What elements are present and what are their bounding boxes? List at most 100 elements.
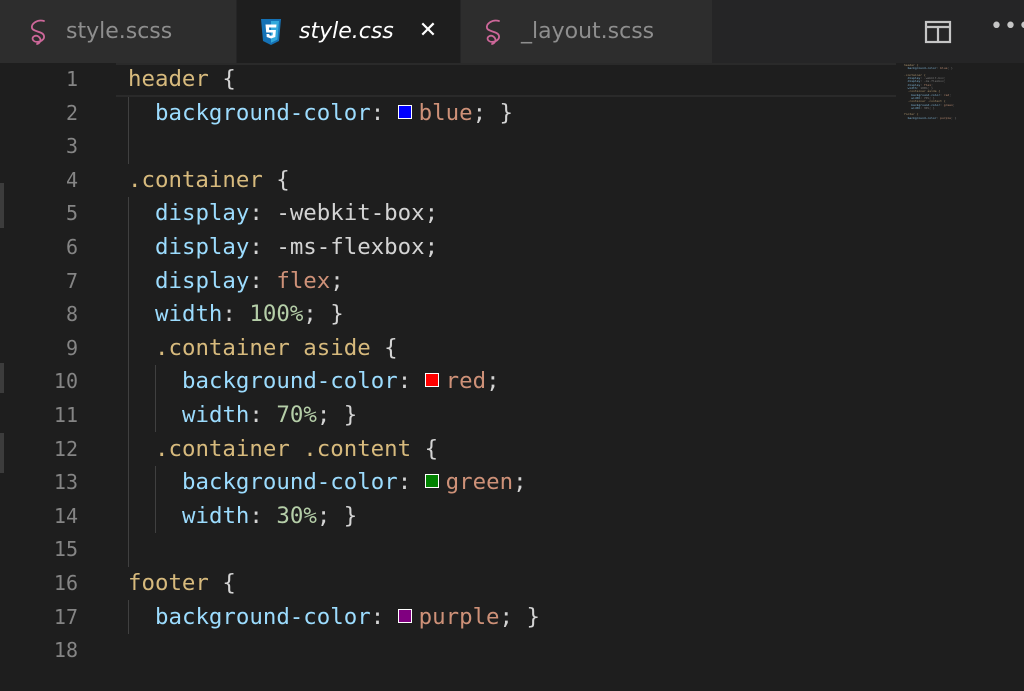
tab-layout-scss[interactable]: _layout.scss xyxy=(460,0,712,63)
editor-window: style.scss style.css ✕ _layout.scss •• 1… xyxy=(0,0,1024,691)
css3-icon xyxy=(259,18,283,46)
code-token: ; xyxy=(513,469,527,496)
code-token: width xyxy=(155,301,223,328)
editor-actions: ••• xyxy=(914,0,1024,63)
more-actions-button[interactable]: ••• xyxy=(990,15,1024,47)
line-number: 6 xyxy=(65,235,78,259)
color-swatch[interactable] xyxy=(397,104,412,119)
code-text: display: -webkit-box; xyxy=(155,197,438,231)
code-line[interactable]: 2 background-color: blue; } xyxy=(0,97,1024,131)
code-text: display: flex; xyxy=(155,265,344,299)
code-token: { xyxy=(370,334,398,361)
code-token: { xyxy=(208,570,236,596)
code-text: footer { xyxy=(128,567,236,601)
code-token: ; } xyxy=(316,502,358,529)
code-text: background-color: red; xyxy=(182,365,500,399)
code-token: : xyxy=(249,267,277,294)
code-token: ; } xyxy=(316,402,358,428)
code-text: width: 30%; } xyxy=(182,500,357,534)
code-line[interactable]: 1 header { xyxy=(0,63,1024,97)
code-token: { xyxy=(411,435,439,462)
code-line[interactable]: 6 display: -ms-flexbox; xyxy=(0,231,1024,265)
code-token: header xyxy=(128,66,209,92)
tab-style-css[interactable]: style.css ✕ xyxy=(236,0,460,63)
tab-bar: style.scss style.css ✕ _layout.scss •• xyxy=(0,0,1024,63)
line-number: 8 xyxy=(65,302,78,327)
code-token: .container .content xyxy=(155,435,412,462)
code-token: footer xyxy=(128,570,209,596)
tab-label: style.css xyxy=(299,19,394,44)
code-token: flex xyxy=(276,267,331,294)
code-text: .container aside { xyxy=(155,332,398,366)
code-token: .container aside xyxy=(155,334,371,361)
code-line[interactable]: 11 width: 70%; } xyxy=(0,399,1024,433)
code-token: -ms-flexbox xyxy=(276,234,425,260)
minimap[interactable]: header { background-color: blue; } .cont… xyxy=(904,64,968,128)
code-token: : xyxy=(249,402,277,428)
code-line[interactable]: 17 background-color: purple; } xyxy=(0,601,1024,635)
close-icon[interactable]: ✕ xyxy=(416,18,440,43)
code-line[interactable]: 5 display: -webkit-box; xyxy=(0,197,1024,231)
code-token: display xyxy=(155,234,250,260)
code-token: : xyxy=(370,603,398,630)
line-number: 7 xyxy=(65,268,78,293)
line-number: 9 xyxy=(65,335,78,360)
code-token: .container xyxy=(128,166,263,193)
color-swatch[interactable] xyxy=(397,608,412,623)
line-number: 12 xyxy=(53,436,78,461)
code-token: -webkit-box xyxy=(276,200,425,227)
code-token: : xyxy=(249,502,277,529)
code-line[interactable]: 15 xyxy=(0,533,1024,567)
code-text: display: -ms-flexbox; xyxy=(155,231,438,265)
line-number: 1 xyxy=(65,67,78,91)
color-swatch[interactable] xyxy=(424,373,439,388)
line-number: 5 xyxy=(65,201,78,226)
tab-style-scss[interactable]: style.scss xyxy=(0,0,236,63)
color-swatch[interactable] xyxy=(424,474,439,489)
tab-label: _layout.scss xyxy=(521,19,655,44)
code-token: width xyxy=(182,502,250,529)
code-token: : xyxy=(370,99,398,126)
line-number: 15 xyxy=(53,537,78,562)
line-number: 10 xyxy=(53,369,78,394)
code-token: : xyxy=(222,301,250,328)
code-line[interactable]: 8 width: 100%; } xyxy=(0,298,1024,332)
code-token: { xyxy=(262,166,290,193)
code-token: ; } xyxy=(303,301,344,328)
code-line[interactable]: 4 .container { xyxy=(0,164,1024,198)
line-number: 4 xyxy=(65,167,78,192)
code-line[interactable]: 7 display: flex; xyxy=(0,265,1024,299)
code-line[interactable]: 12 .container .content { xyxy=(0,433,1024,467)
code-token: background-color xyxy=(182,469,398,496)
line-number: 18 xyxy=(53,638,78,663)
code-line[interactable]: 18 xyxy=(0,634,1024,668)
code-line[interactable]: 3 xyxy=(0,130,1024,164)
code-token: : xyxy=(397,469,425,496)
split-editor-icon[interactable] xyxy=(924,20,952,44)
code-editor[interactable]: 1 header {2 background-color: blue; } 3 4 .co… xyxy=(0,63,1024,691)
code-line[interactable]: 10 background-color: red; xyxy=(0,365,1024,399)
code-line[interactable]: 9 .container aside { xyxy=(0,332,1024,366)
code-token: : xyxy=(397,368,425,395)
code-token: ; xyxy=(424,234,439,260)
tab-label: style.scss xyxy=(66,19,173,44)
code-text: width: 100%; } xyxy=(155,298,344,332)
line-number: 16 xyxy=(53,571,78,595)
code-text: .container { xyxy=(128,164,290,198)
code-token: display xyxy=(155,200,250,227)
code-text: background-color: purple; } xyxy=(155,601,540,635)
sass-icon xyxy=(28,18,52,46)
code-line[interactable]: 14 width: 30%; } xyxy=(0,500,1024,534)
code-line[interactable]: 16 footer { xyxy=(0,567,1024,601)
code-token: ; xyxy=(330,267,344,294)
code-token: display xyxy=(155,267,250,294)
code-token: { xyxy=(208,66,236,92)
code-token: 70% xyxy=(276,402,317,428)
code-text: width: 70%; } xyxy=(182,399,357,433)
line-number: 17 xyxy=(53,604,78,629)
code-text: header { xyxy=(128,63,236,97)
line-number: 3 xyxy=(65,134,78,159)
code-line[interactable]: 13 background-color: green; xyxy=(0,466,1024,500)
line-number: 11 xyxy=(53,403,78,427)
code-token: 100% xyxy=(249,301,304,328)
